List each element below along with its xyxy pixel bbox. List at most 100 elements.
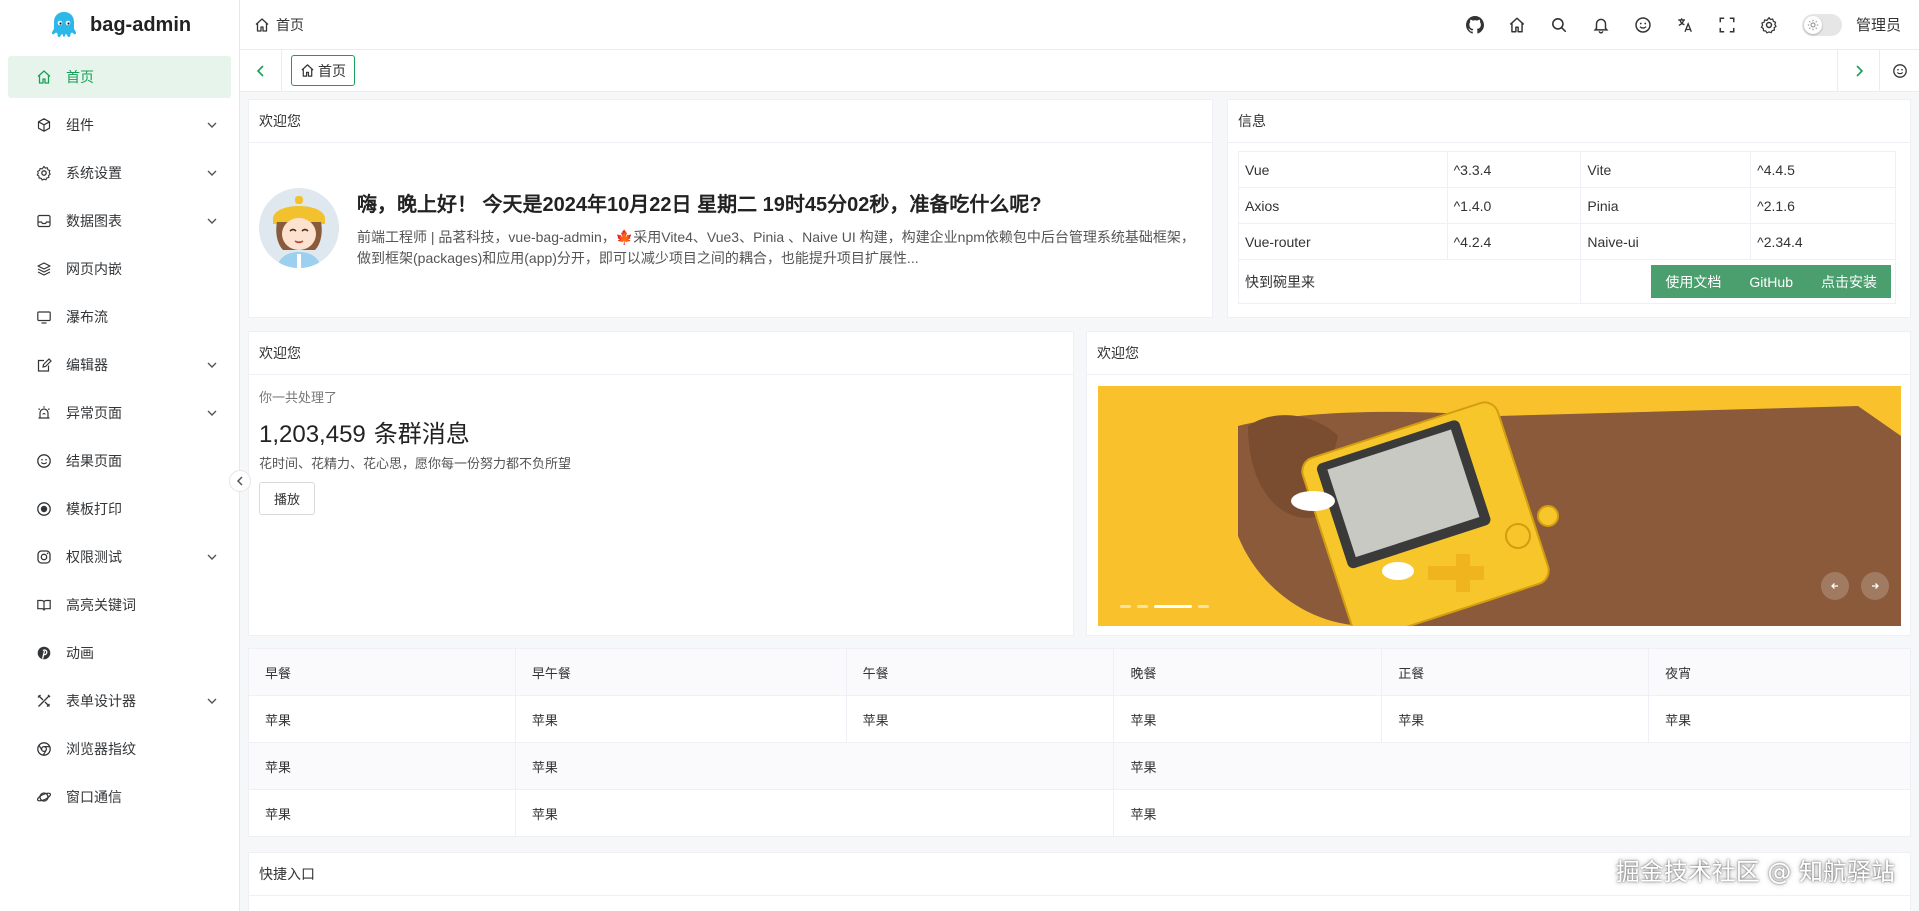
table-cell: Vue [1238,151,1448,188]
chevron-left-icon [256,64,264,77]
breadcrumb-label: 首页 [276,16,304,33]
sidebar-item[interactable]: 网页内嵌 [8,248,231,290]
sidebar-item[interactable]: 编辑器 [8,344,231,386]
github-icon[interactable] [1454,9,1496,41]
sidebar-item-label: 模板打印 [66,501,122,517]
cube-icon [34,115,54,135]
table-cell: ^2.34.4 [1750,223,1896,260]
sidebar-item-label: 浏览器指纹 [66,741,136,757]
info-card-title: 信息 [1228,100,1910,143]
table-header-cell: 早餐 [248,648,516,696]
translate-icon[interactable] [1664,9,1706,41]
image-carousel[interactable] [1098,386,1901,626]
carousel-dot[interactable] [1154,605,1192,608]
sidebar-item[interactable]: 浏览器指纹 [8,728,231,770]
sun-icon [1803,15,1822,34]
sidebar-item[interactable]: 权限测试 [8,536,231,578]
stats-card: 欢迎您 你一共处理了 1,203,459 条群消息 花时间、花精力、花心思，愿你每… [248,331,1074,636]
chevron-right-icon [1855,64,1863,77]
fullscreen-icon[interactable] [1706,9,1748,41]
tab-label: 首页 [318,62,346,79]
theme-toggle[interactable] [1801,13,1842,36]
tabs-scroll-right-button[interactable] [1837,49,1879,92]
sidebar-item-label: 网页内嵌 [66,261,122,277]
carousel-dot[interactable] [1137,605,1148,608]
sidebar-item-label: 高亮关键词 [66,597,136,613]
install-button[interactable]: 点击安装 [1807,265,1891,298]
home-icon[interactable] [1496,9,1538,41]
sidebar-item[interactable]: 高亮关键词 [8,584,231,626]
stats-card-title: 欢迎您 [249,332,1073,375]
record-icon [34,499,54,519]
welcome-card: 欢迎您 嗨，晚上好！ 今天是2024年10月22日 星期二 19时45分02秒，… [248,99,1213,318]
layers-icon [34,259,54,279]
sidebar-item[interactable]: 首页 [8,56,231,98]
sidebar-item-label: 系统设置 [66,165,122,181]
table-row: Vue ^3.3.4 Vite ^4.4.5 [1238,151,1896,188]
sidebar-item[interactable]: 瀑布流 [8,296,231,338]
sidebar-item-label: 窗口通信 [66,789,122,805]
tabs-menu-button[interactable] [1879,49,1919,92]
sidebar-item[interactable]: 模板打印 [8,488,231,530]
carousel-dot[interactable] [1198,605,1209,608]
smile-icon[interactable] [1622,9,1664,41]
breadcrumb[interactable]: 首页 [254,15,304,35]
carousel-prev-button[interactable] [1821,572,1849,600]
stats-value: 1,203,459 条群消息 [259,414,1063,449]
sidebar-item[interactable]: 窗口通信 [8,776,231,818]
stats-subtitle: 你一共处理了 [259,390,338,405]
table-cell: 苹果 [248,789,516,837]
sidebar-item[interactable]: 组件 [8,104,231,146]
chevron-down-icon [205,358,219,372]
table-header-cell: 夜宵 [1648,648,1911,696]
sidebar-item-label: 权限测试 [66,549,122,565]
monitor-icon [34,307,54,327]
info-links: 使用文档 GitHub 点击安装 [1581,265,1895,298]
sidebar-item[interactable]: 表单设计器 [8,680,231,722]
user-menu[interactable]: 管理员 [1856,14,1901,35]
planet-icon [34,787,54,807]
sidebar-item[interactable]: 异常页面 [8,392,231,434]
sidebar-item-label: 异常页面 [66,405,122,421]
table-cell: Axios [1238,187,1448,224]
tab-home[interactable]: 首页 [291,55,355,86]
carousel-next-button[interactable] [1861,572,1889,600]
greeting-text: 嗨，晚上好！ 今天是2024年10月22日 星期二 19时45分02秒，准备吃什… [357,193,1042,216]
stats-unit: 条群消息 [373,421,470,448]
table-cell: ^1.4.0 [1446,187,1582,224]
chevron-down-icon [205,406,219,420]
gear-icon [34,163,54,183]
info-card: 信息 Vue ^3.3.4 Vite ^4.4.5 Axios ^1.4.0 Pinia ^2… [1227,99,1911,318]
sidebar-item-label: 数据图表 [66,213,122,229]
smile-icon [34,451,54,471]
table-cell: 苹果 [514,695,847,743]
table-cell: Naive-ui [1580,223,1752,260]
table-cell: Vue-router [1238,223,1448,260]
bell-icon[interactable] [1580,9,1622,41]
table-cell: ^3.3.4 [1446,151,1582,188]
gear-icon[interactable] [1748,9,1790,41]
sidebar-item[interactable]: 系统设置 [8,152,231,194]
watermark-text: 掘金技术社区 @ 知航驿站 [1615,858,1895,886]
table-cell: ^2.1.6 [1750,187,1896,224]
table-header-cell: 正餐 [1381,648,1650,696]
sidebar-item[interactable]: 结果页面 [8,440,231,482]
sidebar-item-label: 结果页面 [66,453,122,469]
app-logo[interactable]: bag-admin [0,0,239,50]
chrome-icon [34,739,54,759]
docs-button[interactable]: 使用文档 [1651,265,1736,298]
app-title: bag-admin [90,13,192,36]
sidebar-item[interactable]: 数据图表 [8,200,231,242]
table-cell: 苹果 [845,695,1115,743]
github-button[interactable]: GitHub [1735,265,1807,298]
table-header-cell: 早午餐 [514,648,847,696]
sidebar-collapse-button[interactable] [229,470,251,492]
tabs-scroll-left-button[interactable] [240,49,282,92]
table-row: 苹果 苹果 苹果 [248,742,1911,790]
chevron-down-icon [205,550,219,564]
play-button[interactable]: 播放 [259,482,315,515]
sidebar-item[interactable]: 动画 [8,632,231,674]
sidebar-item-label: 首页 [66,69,94,85]
carousel-dot[interactable] [1120,605,1131,608]
search-icon[interactable] [1538,9,1580,41]
